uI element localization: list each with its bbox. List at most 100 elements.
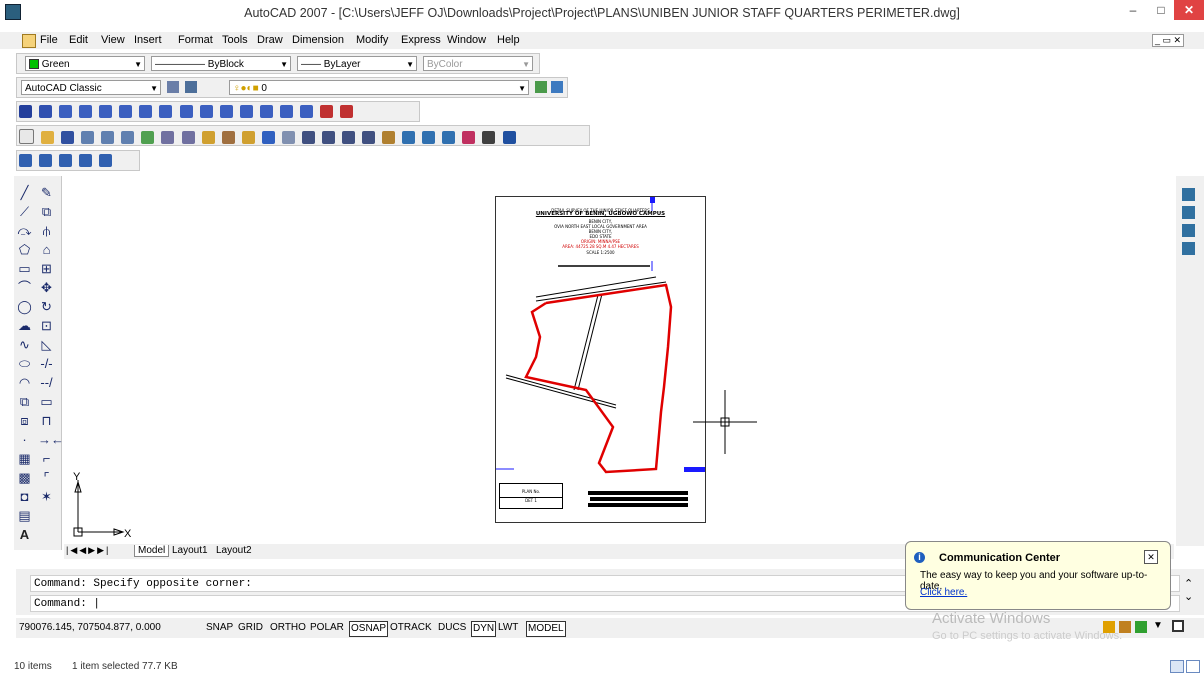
- insert-block-icon[interactable]: ⧉: [16, 393, 33, 410]
- construction-line-icon[interactable]: ⟋: [16, 203, 33, 220]
- snap-none-icon[interactable]: [319, 105, 333, 118]
- bring-above-icon[interactable]: [1182, 224, 1195, 237]
- clean-screen-icon[interactable]: [1172, 620, 1184, 632]
- fillet-icon[interactable]: ⌜: [38, 469, 55, 486]
- snap-nearest-icon[interactable]: [299, 105, 313, 118]
- xbind-icon[interactable]: [79, 154, 93, 167]
- balloon-close-button[interactable]: ✕: [1144, 550, 1158, 564]
- snap-parallel-icon[interactable]: [239, 105, 253, 118]
- make-current-layer-icon[interactable]: [535, 81, 547, 93]
- gradient-icon[interactable]: ▩: [16, 469, 33, 486]
- region-icon[interactable]: ◘: [16, 488, 33, 505]
- menu-help[interactable]: Help: [497, 34, 520, 46]
- point-icon[interactable]: ·: [16, 431, 33, 448]
- block-editor-icon[interactable]: [241, 131, 255, 144]
- sheet-set-icon[interactable]: [442, 131, 456, 144]
- spline-icon[interactable]: ∿: [16, 336, 33, 353]
- multiline-text-icon[interactable]: A: [16, 526, 33, 543]
- document-icon[interactable]: [22, 34, 36, 48]
- snap-from-icon[interactable]: [39, 105, 53, 118]
- explode-icon[interactable]: ✶: [38, 488, 55, 505]
- 3d-dwf-icon[interactable]: [141, 131, 155, 144]
- close-button[interactable]: ✕: [1174, 0, 1204, 20]
- array-icon[interactable]: ⊞: [38, 260, 55, 277]
- layer-previous-icon[interactable]: [551, 81, 563, 93]
- match-properties-icon[interactable]: [221, 131, 235, 144]
- save-icon[interactable]: [61, 131, 75, 144]
- tab-navigation-arrows[interactable]: |◀◀▶▶|: [66, 545, 110, 556]
- rectangle-icon[interactable]: ▭: [16, 260, 33, 277]
- attach-xref-icon[interactable]: [39, 154, 53, 167]
- snap-midpoint-icon[interactable]: [79, 105, 93, 118]
- snap-tracking-icon[interactable]: [19, 105, 32, 118]
- hatch-icon[interactable]: ▦: [16, 450, 33, 467]
- snap-node-icon[interactable]: [279, 105, 293, 118]
- undo-icon[interactable]: [261, 131, 275, 144]
- paste-icon[interactable]: [201, 131, 215, 144]
- mdi-window-controls[interactable]: _ ▭ ✕: [1152, 34, 1185, 47]
- menu-modify[interactable]: Modify: [356, 34, 388, 46]
- markup-set-icon[interactable]: [462, 131, 476, 144]
- status-tray-icon[interactable]: [1135, 621, 1147, 633]
- snap-insert-icon[interactable]: [259, 105, 273, 118]
- offset-icon[interactable]: ⌂: [38, 241, 55, 258]
- snap-quadrant-icon[interactable]: [179, 105, 193, 118]
- menu-edit[interactable]: Edit: [69, 34, 88, 46]
- polyline-icon[interactable]: ⤼: [16, 222, 33, 239]
- plotstyle-combo[interactable]: ByColor ▼: [423, 56, 533, 71]
- break-at-point-icon[interactable]: ▭: [38, 393, 55, 410]
- otrack-toggle[interactable]: OTRACK: [390, 621, 432, 635]
- ellipse-icon[interactable]: ⬭: [16, 355, 33, 372]
- copy-object-icon[interactable]: ⧉: [38, 203, 55, 220]
- zoom-realtime-icon[interactable]: [321, 131, 335, 144]
- menu-window[interactable]: Window: [447, 34, 486, 46]
- open-icon[interactable]: [41, 131, 55, 144]
- revision-cloud-icon[interactable]: ☁: [16, 317, 33, 334]
- menu-tools[interactable]: Tools: [222, 34, 248, 46]
- make-block-icon[interactable]: ⧈: [16, 412, 33, 429]
- osnap-toggle[interactable]: OSNAP: [349, 621, 389, 637]
- polar-toggle[interactable]: POLAR: [310, 621, 344, 635]
- send-to-back-icon[interactable]: [1182, 206, 1195, 219]
- layer-properties-icon[interactable]: [185, 81, 197, 93]
- design-center-icon[interactable]: [402, 131, 416, 144]
- dyn-toggle[interactable]: DYN: [471, 621, 497, 637]
- command-scroll-arrows[interactable]: ⌃ ⌄: [1184, 577, 1193, 603]
- osnap-settings-icon[interactable]: [340, 105, 353, 118]
- mirror-icon[interactable]: ⫛: [38, 222, 55, 239]
- linetype-combo[interactable]: ————— ByBlock ▼: [151, 56, 291, 71]
- tab-layout1[interactable]: Layout1: [172, 545, 208, 556]
- menu-express[interactable]: Express: [401, 34, 441, 46]
- circle-icon[interactable]: ◯: [16, 298, 33, 315]
- pan-icon[interactable]: [301, 131, 315, 144]
- new-icon[interactable]: [19, 129, 34, 144]
- menu-format[interactable]: Format: [178, 34, 213, 46]
- snap-tangent-icon[interactable]: [199, 105, 213, 118]
- line-icon[interactable]: ╱: [16, 184, 33, 201]
- menu-draw[interactable]: Draw: [257, 34, 283, 46]
- publish-icon[interactable]: [121, 131, 135, 144]
- snap-center-icon[interactable]: [159, 105, 173, 118]
- send-under-icon[interactable]: [1182, 242, 1195, 255]
- menu-insert[interactable]: Insert: [134, 34, 162, 46]
- snap-intersection-icon[interactable]: [99, 105, 113, 118]
- cut-icon[interactable]: [161, 131, 175, 144]
- menu-view[interactable]: View: [101, 34, 125, 46]
- workspace-settings-icon[interactable]: [167, 81, 179, 93]
- snap-toggle[interactable]: SNAP: [206, 621, 233, 635]
- rotate-icon[interactable]: ↻: [38, 298, 55, 315]
- coordinate-readout[interactable]: 790076.145, 707504.877, 0.000: [19, 621, 161, 635]
- copy-icon[interactable]: [181, 131, 195, 144]
- snap-endpoint-icon[interactable]: [59, 105, 73, 118]
- help-icon[interactable]: [502, 131, 516, 144]
- redo-icon[interactable]: [281, 131, 295, 144]
- move-icon[interactable]: ✥: [38, 279, 55, 296]
- quickcalc-icon[interactable]: [482, 131, 496, 144]
- status-menu-arrow-icon[interactable]: ▼: [1153, 620, 1163, 631]
- model-toggle[interactable]: MODEL: [526, 621, 566, 637]
- ortho-toggle[interactable]: ORTHO: [270, 621, 306, 635]
- stretch-icon[interactable]: ◺: [38, 336, 55, 353]
- ellipse-arc-icon[interactable]: ◠: [16, 374, 33, 391]
- tool-palettes-icon[interactable]: [422, 131, 436, 144]
- zoom-previous-icon[interactable]: [362, 131, 376, 144]
